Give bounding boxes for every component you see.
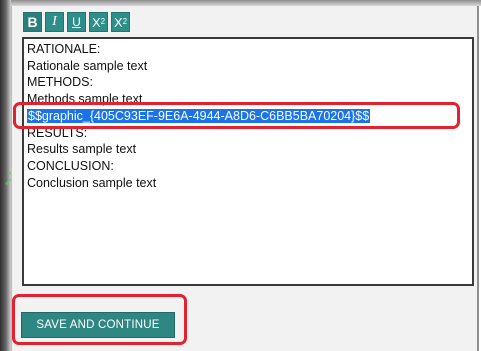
bold-button[interactable]: B	[23, 12, 42, 32]
editor-line-conclusion-text: Conclusion sample text	[27, 175, 157, 190]
subscript-mark: 2	[122, 17, 128, 26]
editor-line-methods-heading: METHODS:	[27, 75, 93, 90]
editor-line-graphic-placeholder[interactable]: $$graphic_{405C93EF-9E6A-4944-A8D6-C6BB5…	[27, 108, 472, 125]
italic-button[interactable]: I	[45, 12, 64, 32]
rich-text-editor[interactable]: RATIONALE: Rationale sample text METHODS…	[22, 37, 474, 286]
superscript-mark: 2	[100, 17, 106, 26]
editor-line-results-heading: RESULTS:	[27, 125, 88, 140]
superscript-label: X	[91, 14, 101, 30]
underline-button[interactable]: U	[67, 12, 86, 32]
editor-line-results-text: Results sample text	[27, 142, 137, 157]
superscript-button[interactable]: X2	[89, 12, 108, 32]
editor-line-rationale-heading: RATIONALE:	[27, 42, 101, 56]
editor-content[interactable]: RATIONALE: Rationale sample text METHODS…	[27, 41, 472, 191]
editor-line-conclusion-heading: CONCLUSION:	[27, 158, 114, 173]
selected-graphic-token[interactable]: $$graphic_{405C93EF-9E6A-4944-A8D6-C6BB5…	[27, 108, 371, 123]
subscript-button[interactable]: X2	[111, 12, 130, 32]
left-edge-strip	[0, 0, 16, 351]
editor-line-rationale-text: Rationale sample text	[27, 58, 148, 73]
format-toolbar: B I U X2 X2	[23, 12, 130, 32]
save-and-continue-button[interactable]: SAVE AND CONTINUE	[21, 312, 175, 338]
subscript-label: X	[113, 14, 123, 30]
editor-line-methods-text: Methods sample text	[27, 92, 143, 107]
